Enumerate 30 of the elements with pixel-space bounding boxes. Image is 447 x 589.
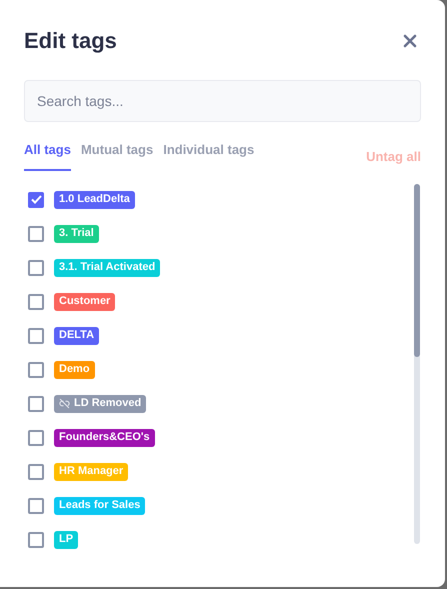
tag-badge: DELTA — [54, 326, 100, 344]
tag-badge: Customer — [54, 292, 116, 310]
tab[interactable]: Individual tags — [163, 137, 254, 170]
tab[interactable]: All tags — [24, 137, 71, 170]
tag-badge: 3.1. Trial Activated — [54, 258, 160, 276]
checkbox[interactable] — [28, 430, 44, 446]
checkbox[interactable] — [28, 294, 44, 310]
checkbox[interactable] — [28, 464, 44, 480]
tag-badge: HR Manager — [54, 462, 128, 480]
checkbox[interactable] — [28, 396, 44, 412]
search-field[interactable]: Search tags... — [24, 80, 421, 122]
checkbox[interactable] — [28, 532, 44, 548]
unlink-icon — [59, 398, 70, 409]
tab[interactable]: Mutual tags — [80, 137, 154, 170]
tag-badge: Leads for Sales — [54, 496, 146, 514]
checkbox[interactable] — [28, 362, 44, 378]
tag-badge: LP — [54, 530, 78, 548]
checkbox[interactable] — [28, 192, 44, 208]
tag-badge: 1.0 LeadDelta — [54, 190, 135, 208]
checkbox[interactable] — [28, 328, 44, 344]
checkbox[interactable] — [28, 260, 44, 276]
tag-badge: Demo — [54, 360, 95, 378]
checkbox[interactable] — [28, 498, 44, 514]
scrollbar-thumb[interactable] — [414, 184, 420, 356]
tag-badge: LD Removed — [54, 394, 146, 412]
tag-badge: Founders&CEO's — [54, 428, 155, 446]
tag-badge: 3. Trial — [54, 224, 99, 242]
checkbox[interactable] — [28, 226, 44, 242]
untag-all-button[interactable]: Untag all — [366, 147, 421, 166]
dialog-title: Edit tags — [24, 27, 117, 55]
